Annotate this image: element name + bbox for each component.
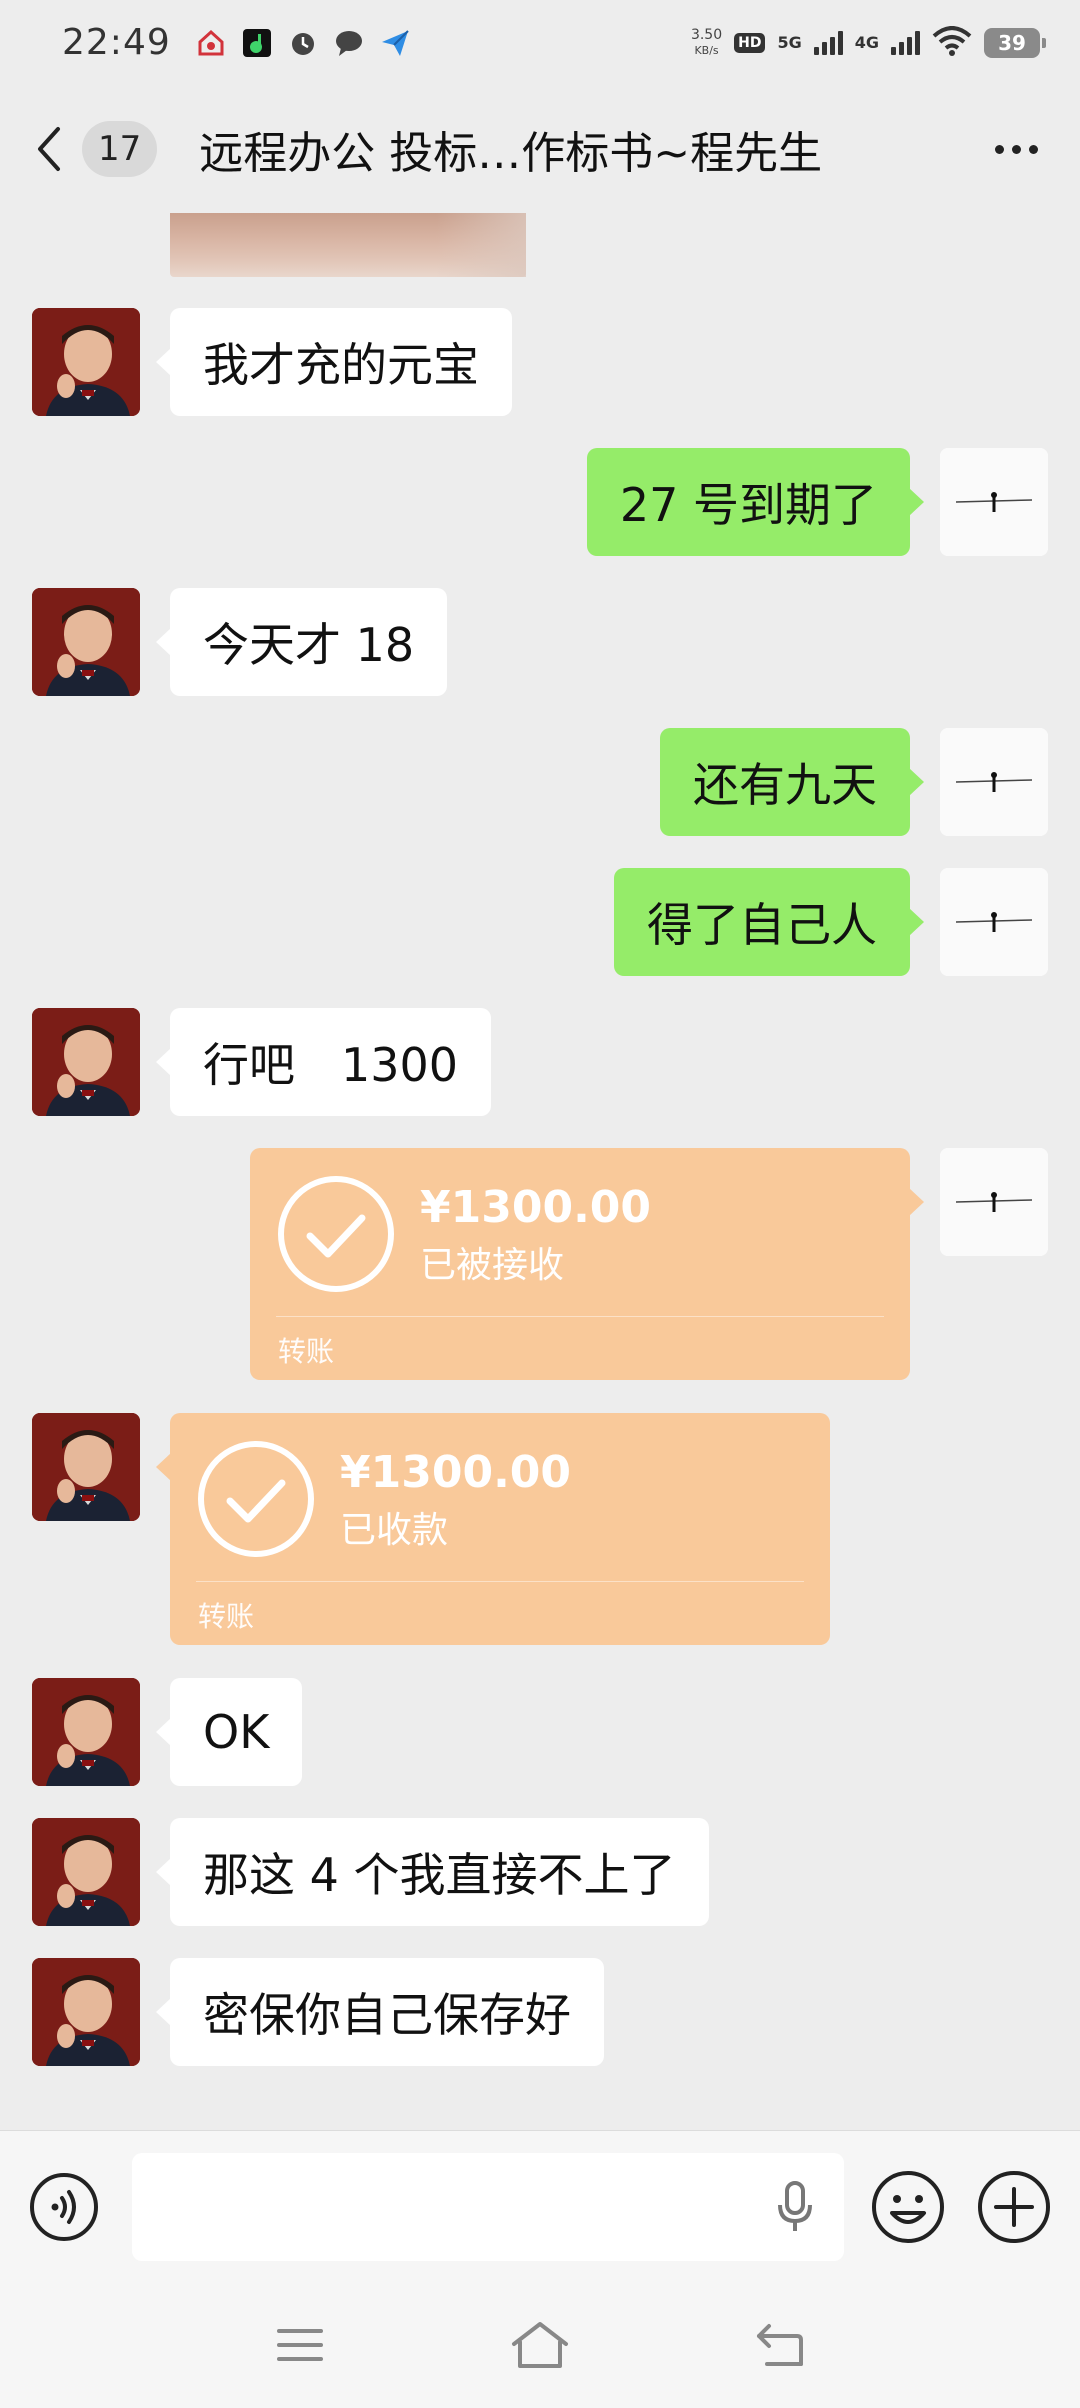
network-speed: 3.50 KB/s — [690, 26, 723, 57]
message-bubble[interactable]: 27 号到期了 — [586, 448, 925, 556]
signal-5g-label: 5G — [777, 33, 802, 52]
avatar[interactable] — [32, 308, 140, 416]
message-bubble[interactable]: 那这 4 个我直接不上了 — [156, 1818, 709, 1926]
avatar[interactable] — [32, 588, 140, 696]
transfer-label: 转账 — [278, 1335, 335, 1368]
home-button[interactable] — [500, 2305, 580, 2385]
check-circle-icon — [198, 1441, 314, 1557]
avatar[interactable] — [32, 1413, 140, 1521]
more-options-button[interactable] — [986, 119, 1046, 179]
signal-5g-icon — [813, 30, 843, 55]
voice-mode-button[interactable] — [26, 2169, 102, 2245]
avatar[interactable] — [940, 448, 1048, 556]
notification-icons — [195, 27, 411, 59]
message-list: 我才充的元宝 27 号到期了 今天才 18 还有九天 得了自己人 行吧 1300 — [0, 213, 1080, 2130]
wifi-icon — [932, 25, 972, 60]
signal-4g-label: 4G — [854, 33, 879, 52]
home-app-icon — [195, 27, 227, 59]
system-nav-bar — [0, 2282, 1080, 2408]
status-indicators: 3.50 KB/s HD 5G 4G 39 — [690, 25, 1046, 60]
battery-icon: 39 — [984, 27, 1046, 58]
input-bar — [0, 2130, 1080, 2282]
alarm-icon — [287, 27, 319, 59]
music-app-icon — [241, 27, 273, 59]
message-bubble[interactable]: 还有九天 — [660, 728, 924, 836]
message-bubble[interactable]: 行吧 1300 — [155, 1008, 492, 1116]
chat-header: 17 远程办公 投标…作标书~程先生 — [0, 85, 1080, 213]
message-input[interactable] — [156, 2183, 770, 2230]
avatar[interactable] — [32, 1008, 140, 1116]
image-message[interactable] — [170, 213, 526, 277]
transfer-label: 转账 — [198, 1600, 255, 1633]
transfer-card[interactable]: ¥1300.00 已收款 转账 — [156, 1413, 830, 1645]
menu-button[interactable] — [260, 2305, 340, 2385]
send-icon — [379, 27, 411, 59]
message-bubble[interactable]: OK — [155, 1678, 303, 1786]
avatar[interactable] — [940, 728, 1048, 836]
message-bubble[interactable]: 密保你自己保存好 — [156, 1958, 604, 2066]
avatar[interactable] — [32, 1818, 140, 1926]
home-icon — [512, 2322, 568, 2368]
more-dots-icon — [994, 144, 1038, 154]
divider — [196, 1581, 804, 1582]
status-bar: 22:49 3.50 KB/s HD 5G 4G 39 — [0, 0, 1080, 85]
transfer-status: 已被接收 — [420, 1245, 565, 1286]
plus-icon — [978, 2170, 1050, 2243]
message-input-wrapper — [132, 2152, 844, 2261]
message-bubble[interactable]: 今天才 18 — [155, 588, 448, 696]
voice-mode-icon — [30, 2172, 98, 2241]
menu-icon — [277, 2329, 323, 2361]
emoji-button[interactable] — [870, 2169, 946, 2245]
chat-bubble-icon — [333, 27, 365, 59]
back-icon — [757, 2324, 803, 2366]
avatar[interactable] — [940, 868, 1048, 976]
plus-button[interactable] — [976, 2169, 1052, 2245]
check-circle-icon — [278, 1176, 394, 1292]
transfer-amount: ¥1300.00 — [340, 1447, 572, 1498]
signal-4g-icon — [891, 30, 920, 55]
transfer-amount: ¥1300.00 — [420, 1182, 652, 1233]
chevron-left-icon — [34, 124, 70, 174]
avatar[interactable] — [940, 1148, 1048, 1256]
divider — [276, 1316, 884, 1317]
unread-count-badge: 17 — [82, 121, 158, 177]
avatar[interactable] — [32, 1958, 140, 2066]
hd-badge: HD — [734, 32, 766, 53]
transfer-status: 已收款 — [340, 1510, 449, 1551]
chat-title: 远程办公 投标…作标书~程先生 — [199, 128, 823, 179]
emoji-icon — [872, 2170, 944, 2243]
status-time: 22:49 — [62, 22, 171, 63]
transfer-card[interactable]: ¥1300.00 已被接收 转账 — [250, 1148, 924, 1380]
back-nav-button[interactable] — [740, 2305, 820, 2385]
message-bubble[interactable]: 得了自己人 — [614, 868, 924, 976]
avatar[interactable] — [32, 1678, 140, 1786]
back-button[interactable]: 17 — [34, 121, 158, 177]
microphone-icon[interactable] — [770, 2177, 820, 2237]
message-bubble[interactable]: 我才充的元宝 — [156, 308, 512, 416]
